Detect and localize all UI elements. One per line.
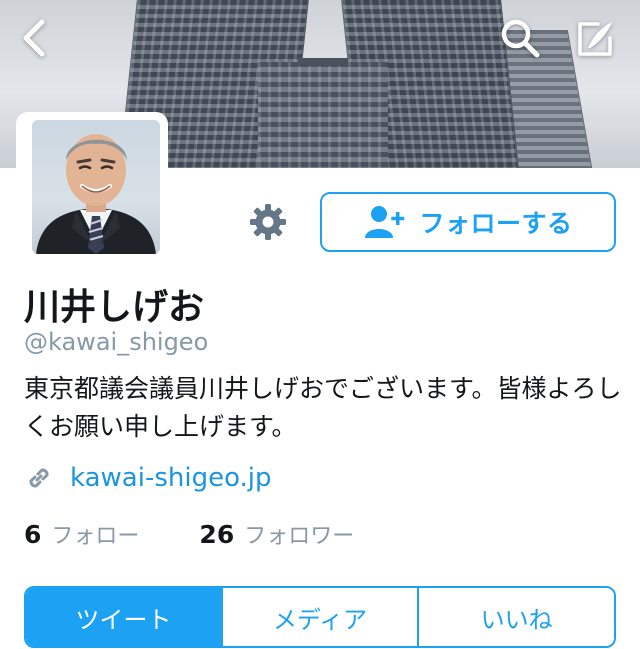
profile-stats: 6 フォロー 26 フォロワー (24, 518, 414, 554)
compose-tweet-icon (578, 22, 612, 56)
following-label: フォロー (51, 524, 140, 549)
profile-website: kawai-shigeo.jp (24, 460, 272, 496)
settings-button[interactable] (244, 198, 292, 246)
profile-tabs: ツイート メディア いいね (24, 586, 616, 648)
tab-likes[interactable]: いいね (419, 588, 614, 646)
search-button[interactable] (496, 14, 544, 62)
avatar-photo (32, 120, 160, 254)
follow-button[interactable]: フォローする (320, 192, 616, 252)
chevron-left-icon (23, 19, 45, 57)
profile-bio: 東京都議会議員川井しげおでございます。皆様よろしくお願い申し上げます。 (24, 374, 622, 441)
avatar-portrait-illustration (36, 134, 156, 254)
profile-name: 川井しげお (24, 287, 205, 328)
compose-tweet-button[interactable] (572, 14, 620, 62)
profile-avatar[interactable] (16, 112, 168, 262)
back-button[interactable] (10, 14, 58, 62)
tab-tweets[interactable]: ツイート (26, 588, 223, 646)
followers-count: 26 (199, 520, 235, 549)
add-user-icon (365, 206, 405, 238)
link-icon (29, 468, 49, 488)
banner-building-roof (298, 58, 348, 66)
profile-handle: @kawai_shigeo (24, 328, 209, 356)
followers-stat[interactable]: 26 フォロワー (199, 518, 354, 550)
tab-media[interactable]: メディア (222, 588, 420, 646)
gear-icon (250, 204, 286, 240)
followers-label: フォロワー (244, 524, 355, 549)
follow-button-label: フォローする (419, 209, 573, 238)
banner-building-center (258, 62, 388, 168)
following-stat[interactable]: 6 フォロー (24, 518, 139, 550)
website-link[interactable]: kawai-shigeo.jp (70, 463, 272, 493)
search-icon (501, 19, 540, 58)
following-count: 6 (24, 520, 42, 549)
